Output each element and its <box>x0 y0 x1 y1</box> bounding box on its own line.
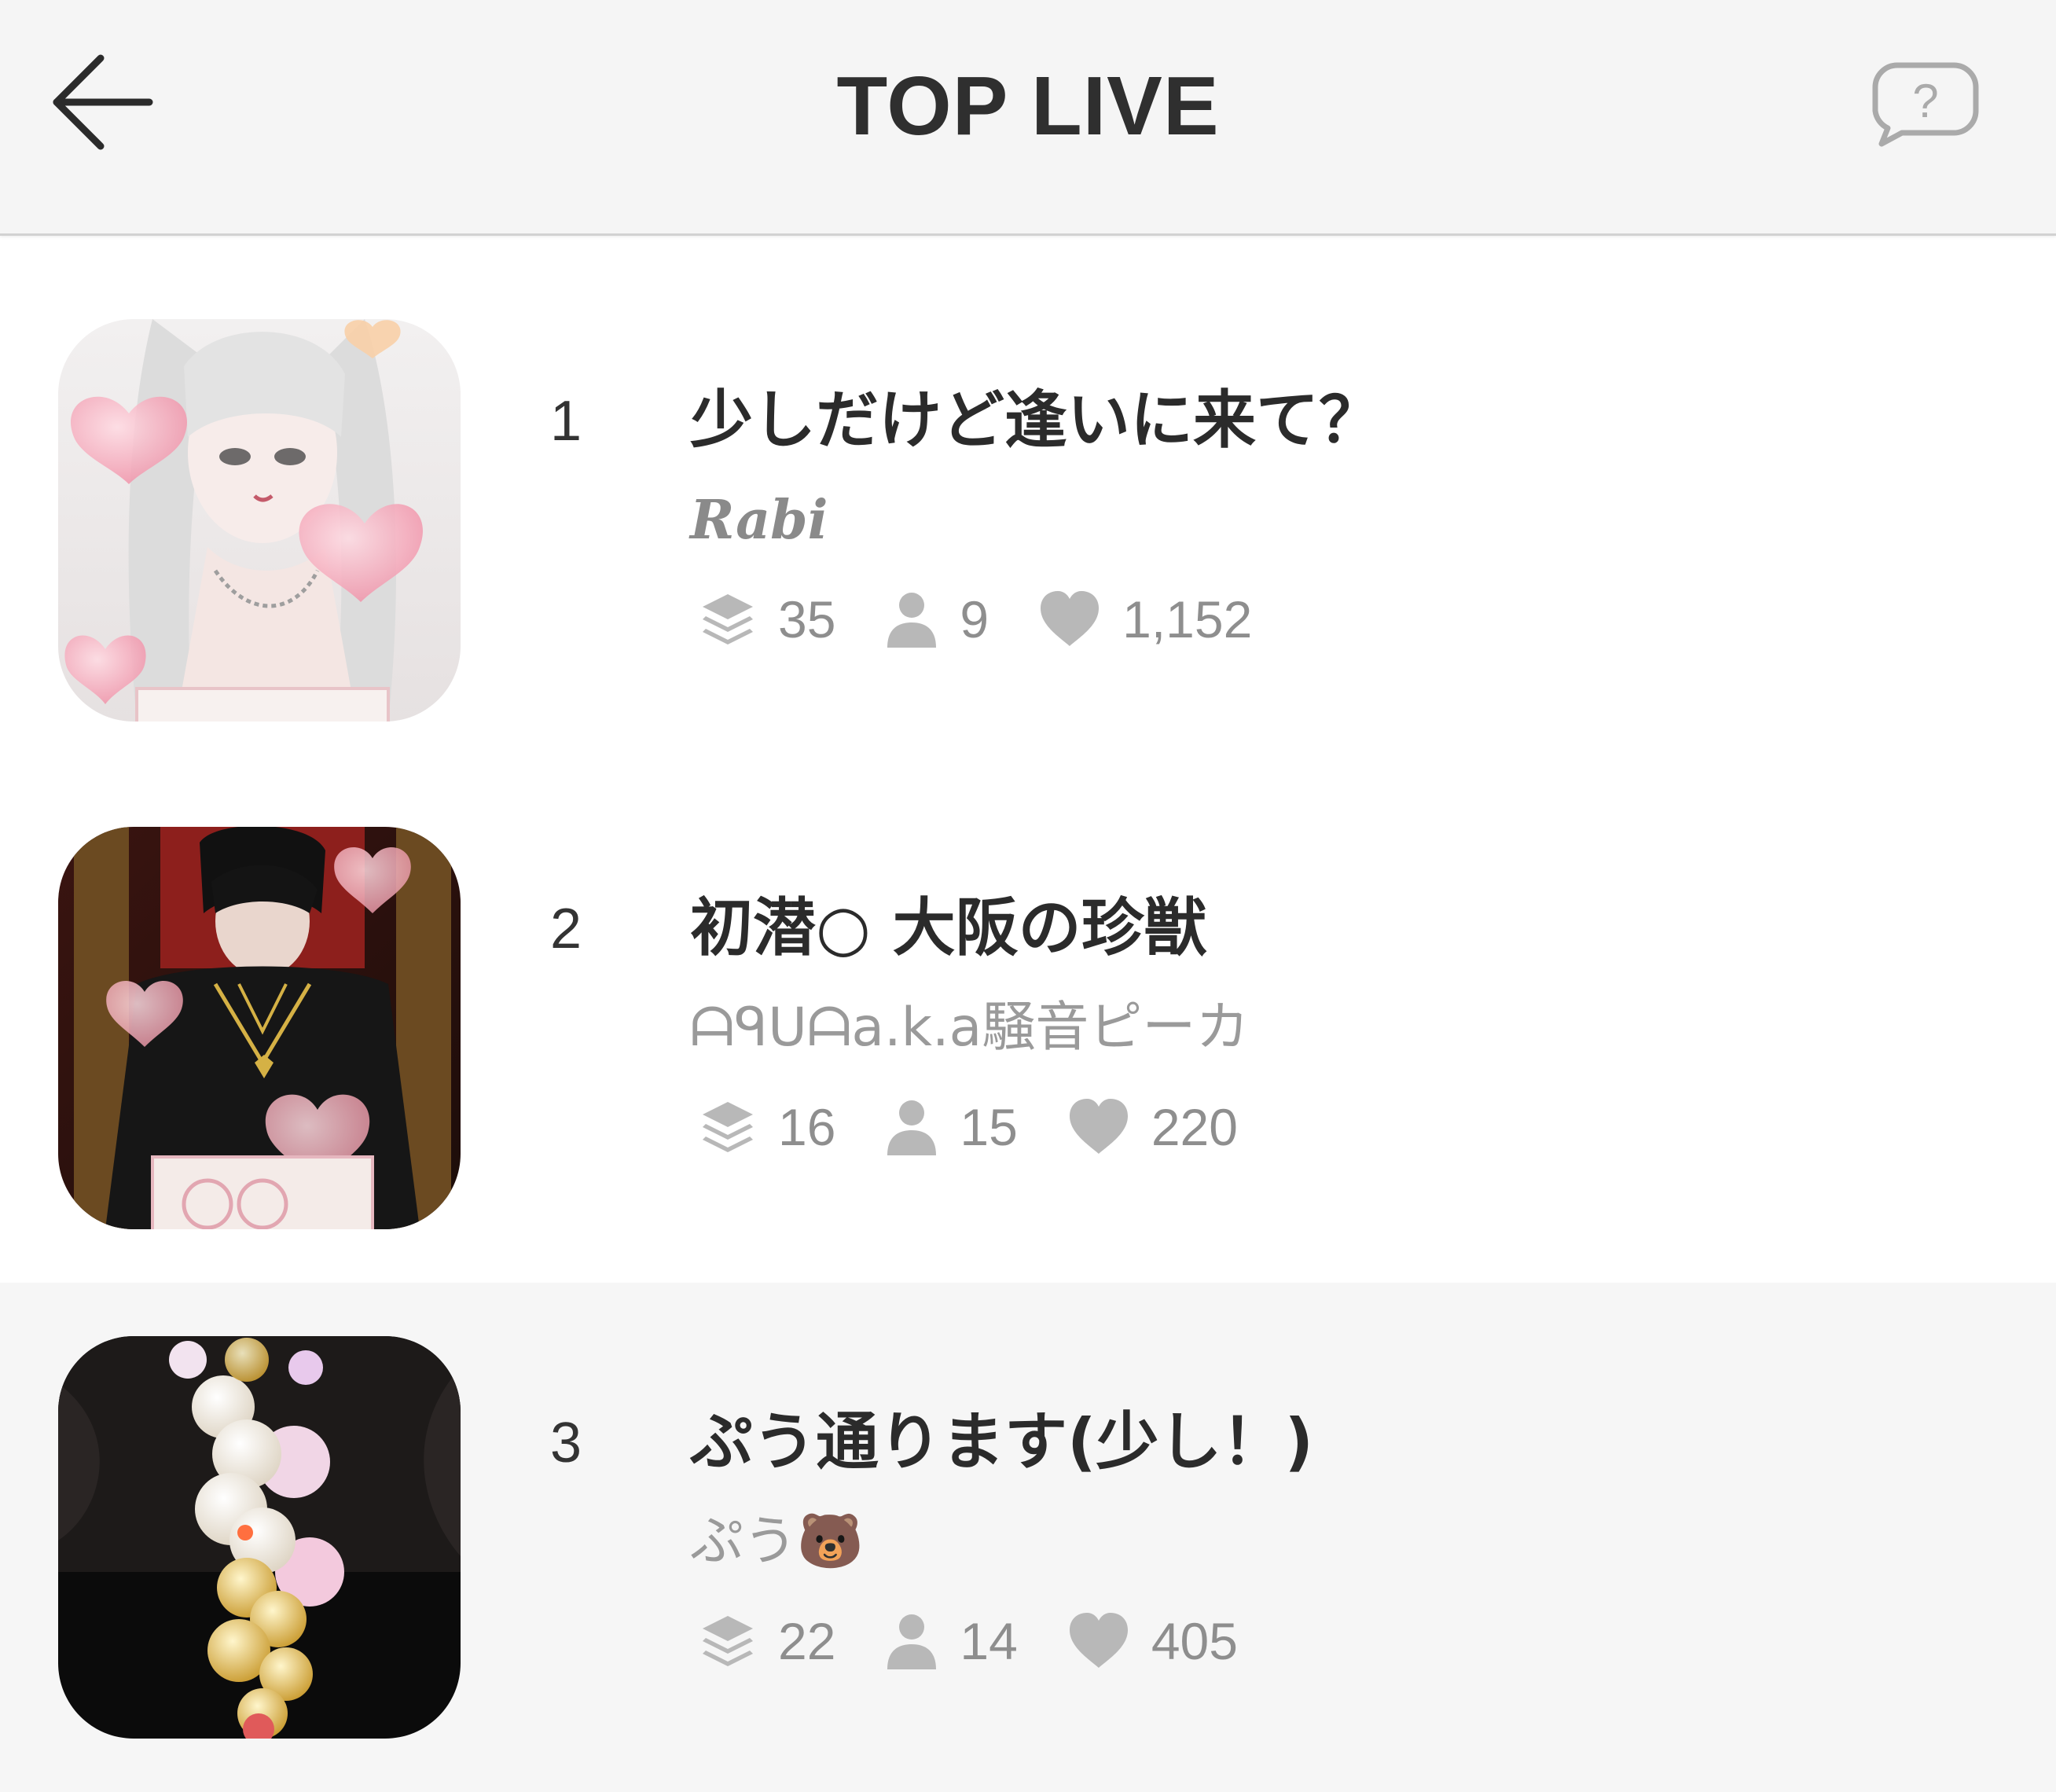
live-title: ぷう通ります(少し！) <box>690 1405 1314 1478</box>
host-name: Rabi <box>690 489 828 552</box>
rank-number: 2 <box>550 898 582 960</box>
live-stats: 22 14 405 <box>698 1606 1287 1676</box>
person-icon <box>887 593 937 648</box>
svg-text:?: ? <box>1912 75 1938 127</box>
viewers-stat: 14 <box>884 1611 1018 1671</box>
viewers-count: 9 <box>960 590 989 648</box>
layers-icon <box>703 594 753 644</box>
help-button[interactable]: ? <box>1871 59 1981 153</box>
rank-number: 1 <box>550 390 582 453</box>
person-icon <box>887 1100 937 1155</box>
layers-stat: 35 <box>698 589 835 649</box>
live-thumbnail[interactable] <box>58 319 461 722</box>
thumbnail-artwork-image <box>58 1336 461 1739</box>
host-name: ᗩᑫᑌᗩa.k.a騒音ピーカ <box>690 997 1250 1059</box>
likes-count: 405 <box>1151 1612 1238 1670</box>
person-icon <box>887 1614 937 1669</box>
live-stats: 16 15 220 <box>698 1092 1287 1162</box>
live-title: 初潜○ 大阪の珍獣 <box>690 891 1207 964</box>
likes-count: 220 <box>1151 1098 1238 1156</box>
layers-icon <box>703 1616 753 1666</box>
viewers-stat: 9 <box>884 589 989 649</box>
page-title: TOP LIVE <box>836 60 1220 152</box>
thumbnail-artwork-image <box>58 827 461 1229</box>
thumbnail-artwork-image <box>58 319 461 722</box>
live-list-item-1[interactable]: 1 少しだけど逢いに来て？ Rabi 35 9 1,152 <box>0 259 2056 767</box>
likes-count: 1,152 <box>1122 590 1253 648</box>
back-button[interactable] <box>47 47 157 157</box>
layers-count: 22 <box>778 1612 836 1670</box>
heart-icon <box>1041 591 1100 646</box>
heart-icon <box>1069 1613 1128 1668</box>
arrow-left-icon <box>53 54 153 150</box>
live-title: 少しだけど逢いに来て？ <box>690 384 1382 457</box>
question-bubble-icon: ? <box>1872 62 1979 147</box>
layers-count: 16 <box>778 1098 836 1156</box>
live-thumbnail[interactable] <box>58 827 461 1229</box>
viewers-count: 15 <box>960 1098 1018 1156</box>
likes-stat: 220 <box>1067 1097 1238 1157</box>
host-name: ぷう🐻 <box>690 1511 864 1573</box>
likes-stat: 1,152 <box>1037 589 1252 649</box>
live-list-item-3[interactable]: 3 ぷう通ります(少し！) ぷう🐻 22 14 405 <box>0 1283 2056 1792</box>
top-bar: TOP LIVE ? <box>0 0 2056 236</box>
likes-stat: 405 <box>1067 1611 1238 1671</box>
layers-stat: 16 <box>698 1097 835 1157</box>
heart-icon <box>1069 1099 1128 1154</box>
layers-count: 35 <box>778 590 836 648</box>
layers-icon <box>703 1102 753 1152</box>
viewers-count: 14 <box>960 1612 1018 1670</box>
rank-number: 3 <box>550 1412 582 1474</box>
live-list-item-2[interactable]: 2 初潜○ 大阪の珍獣 ᗩᑫᑌᗩa.k.a騒音ピーカ 16 15 220 <box>0 767 2056 1275</box>
layers-stat: 22 <box>698 1611 835 1671</box>
live-stats: 35 9 1,152 <box>698 584 1301 655</box>
viewers-stat: 15 <box>884 1097 1018 1157</box>
live-thumbnail[interactable] <box>58 1336 461 1739</box>
